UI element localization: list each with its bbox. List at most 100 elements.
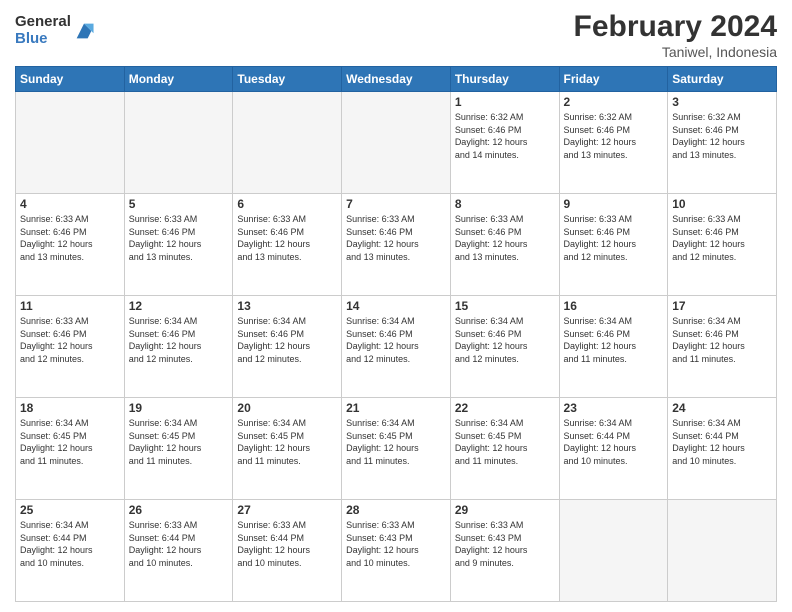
calendar-day-header: Saturday — [668, 67, 777, 92]
day-info: Sunrise: 6:33 AM Sunset: 6:46 PM Dayligh… — [564, 213, 664, 263]
calendar-cell — [233, 92, 342, 194]
calendar-header-row: SundayMondayTuesdayWednesdayThursdayFrid… — [16, 67, 777, 92]
logo-icon — [73, 20, 95, 42]
calendar-cell — [124, 92, 233, 194]
logo-line2: Blue — [15, 31, 71, 48]
calendar-cell: 17Sunrise: 6:34 AM Sunset: 6:46 PM Dayli… — [668, 296, 777, 398]
day-number: 29 — [455, 503, 555, 517]
day-number: 5 — [129, 197, 229, 211]
calendar-day-header: Thursday — [450, 67, 559, 92]
calendar-cell: 13 Sunrise: 6:34 AM Sunset: 6:46 PM Dayli… — [233, 296, 342, 398]
calendar-cell: 20Sunrise: 6:34 AM Sunset: 6:45 PM Dayli… — [233, 398, 342, 500]
day-info: Sunrise: 6:32 AM Sunset: 6:46 PM Dayligh… — [455, 111, 555, 161]
title-block: February 2024 Taniwel, Indonesia — [574, 10, 777, 60]
calendar-cell: 1 Sunrise: 6:32 AM Sunset: 6:46 PM Daylig… — [450, 92, 559, 194]
day-number: 23 — [564, 401, 664, 415]
day-info: Sunrise: 6:34 AM Sunset: 6:46 PM Dayligh… — [346, 315, 446, 365]
day-number: 14 — [346, 299, 446, 313]
day-info: Sunrise: 6:33 AM Sunset: 6:43 PM Dayligh… — [346, 519, 446, 569]
day-info: Sunrise: 6:33 AM Sunset: 6:44 PM Dayligh… — [237, 519, 337, 569]
day-info: Sunrise: 6:33 AM Sunset: 6:46 PM Dayligh… — [237, 213, 337, 263]
calendar-day-header: Sunday — [16, 67, 125, 92]
day-info: Sunrise: 6:34 AM Sunset: 6:45 PM Dayligh… — [346, 417, 446, 467]
calendar-cell: 25 Sunrise: 6:34 AM Sunset: 6:44 PM Dayli… — [16, 500, 125, 602]
calendar-cell: 9 Sunrise: 6:33 AM Sunset: 6:46 PM Daylig… — [559, 194, 668, 296]
day-info: Sunrise: 6:34 AM Sunset: 6:44 PM Dayligh… — [564, 417, 664, 467]
day-number: 4 — [20, 197, 120, 211]
calendar-cell: 7Sunrise: 6:33 AM Sunset: 6:46 PM Daylig… — [342, 194, 451, 296]
calendar-cell: 22 Sunrise: 6:34 AM Sunset: 6:45 PM Dayli… — [450, 398, 559, 500]
calendar-day-header: Wednesday — [342, 67, 451, 92]
day-number: 26 — [129, 503, 229, 517]
day-number: 22 — [455, 401, 555, 415]
calendar-cell: 16 Sunrise: 6:34 AM Sunset: 6:46 PM Dayli… — [559, 296, 668, 398]
calendar-cell: 12Sunrise: 6:34 AM Sunset: 6:46 PM Dayli… — [124, 296, 233, 398]
day-info: Sunrise: 6:33 AM Sunset: 6:46 PM Dayligh… — [455, 213, 555, 263]
subtitle: Taniwel, Indonesia — [574, 44, 777, 60]
calendar-cell: 4 Sunrise: 6:33 AM Sunset: 6:46 PM Daylig… — [16, 194, 125, 296]
calendar-cell: 27 Sunrise: 6:33 AM Sunset: 6:44 PM Dayli… — [233, 500, 342, 602]
calendar-cell — [342, 92, 451, 194]
logo-line1: General — [15, 14, 71, 31]
calendar-day-header: Friday — [559, 67, 668, 92]
day-number: 25 — [20, 503, 120, 517]
day-number: 27 — [237, 503, 337, 517]
day-number: 2 — [564, 95, 664, 109]
calendar-table: SundayMondayTuesdayWednesdayThursdayFrid… — [15, 66, 777, 602]
day-info: Sunrise: 6:34 AM Sunset: 6:45 PM Dayligh… — [455, 417, 555, 467]
header: General Blue February 2024 Taniwel, Indo… — [15, 10, 777, 60]
day-info: Sunrise: 6:33 AM Sunset: 6:44 PM Dayligh… — [129, 519, 229, 569]
calendar-cell — [559, 500, 668, 602]
day-info: Sunrise: 6:34 AM Sunset: 6:46 PM Dayligh… — [564, 315, 664, 365]
day-info: Sunrise: 6:33 AM Sunset: 6:46 PM Dayligh… — [20, 315, 120, 365]
day-info: Sunrise: 6:34 AM Sunset: 6:46 PM Dayligh… — [129, 315, 229, 365]
day-number: 19 — [129, 401, 229, 415]
calendar-cell: 23 Sunrise: 6:34 AM Sunset: 6:44 PM Dayli… — [559, 398, 668, 500]
calendar-cell: 21 Sunrise: 6:34 AM Sunset: 6:45 PM Dayli… — [342, 398, 451, 500]
calendar-week-row: 25 Sunrise: 6:34 AM Sunset: 6:44 PM Dayli… — [16, 500, 777, 602]
day-info: Sunrise: 6:33 AM Sunset: 6:46 PM Dayligh… — [672, 213, 772, 263]
day-number: 8 — [455, 197, 555, 211]
calendar-cell: 19 Sunrise: 6:34 AM Sunset: 6:45 PM Dayli… — [124, 398, 233, 500]
calendar-cell: 10 Sunrise: 6:33 AM Sunset: 6:46 PM Dayli… — [668, 194, 777, 296]
day-number: 21 — [346, 401, 446, 415]
day-number: 20 — [237, 401, 337, 415]
calendar-day-header: Tuesday — [233, 67, 342, 92]
calendar-cell — [16, 92, 125, 194]
calendar-cell: 24 Sunrise: 6:34 AM Sunset: 6:44 PM Dayli… — [668, 398, 777, 500]
day-info: Sunrise: 6:34 AM Sunset: 6:44 PM Dayligh… — [672, 417, 772, 467]
day-number: 16 — [564, 299, 664, 313]
calendar-cell: 11 Sunrise: 6:33 AM Sunset: 6:46 PM Dayli… — [16, 296, 125, 398]
day-info: Sunrise: 6:33 AM Sunset: 6:46 PM Dayligh… — [20, 213, 120, 263]
day-info: Sunrise: 6:33 AM Sunset: 6:43 PM Dayligh… — [455, 519, 555, 569]
day-number: 10 — [672, 197, 772, 211]
calendar-week-row: 1 Sunrise: 6:32 AM Sunset: 6:46 PM Daylig… — [16, 92, 777, 194]
day-number: 11 — [20, 299, 120, 313]
day-info: Sunrise: 6:34 AM Sunset: 6:46 PM Dayligh… — [455, 315, 555, 365]
calendar-week-row: 4 Sunrise: 6:33 AM Sunset: 6:46 PM Daylig… — [16, 194, 777, 296]
day-info: Sunrise: 6:34 AM Sunset: 6:46 PM Dayligh… — [237, 315, 337, 365]
calendar-cell: 26 Sunrise: 6:33 AM Sunset: 6:44 PM Dayli… — [124, 500, 233, 602]
calendar-cell: 14 Sunrise: 6:34 AM Sunset: 6:46 PM Dayli… — [342, 296, 451, 398]
page: General Blue February 2024 Taniwel, Indo… — [0, 0, 792, 612]
day-number: 13 — [237, 299, 337, 313]
calendar-cell: 15Sunrise: 6:34 AM Sunset: 6:46 PM Dayli… — [450, 296, 559, 398]
calendar-cell: 29 Sunrise: 6:33 AM Sunset: 6:43 PM Dayli… — [450, 500, 559, 602]
calendar-cell: 2Sunrise: 6:32 AM Sunset: 6:46 PM Daylig… — [559, 92, 668, 194]
day-info: Sunrise: 6:33 AM Sunset: 6:46 PM Dayligh… — [129, 213, 229, 263]
day-number: 1 — [455, 95, 555, 109]
calendar-cell: 8 Sunrise: 6:33 AM Sunset: 6:46 PM Daylig… — [450, 194, 559, 296]
logo: General Blue — [15, 14, 95, 47]
day-number: 9 — [564, 197, 664, 211]
logo-text: General Blue — [15, 14, 71, 47]
day-number: 24 — [672, 401, 772, 415]
calendar-cell: 6 Sunrise: 6:33 AM Sunset: 6:46 PM Daylig… — [233, 194, 342, 296]
day-info: Sunrise: 6:34 AM Sunset: 6:45 PM Dayligh… — [129, 417, 229, 467]
day-info: Sunrise: 6:34 AM Sunset: 6:45 PM Dayligh… — [20, 417, 120, 467]
calendar-cell: 3Sunrise: 6:32 AM Sunset: 6:46 PM Daylig… — [668, 92, 777, 194]
day-number: 6 — [237, 197, 337, 211]
day-number: 17 — [672, 299, 772, 313]
calendar-cell: 5 Sunrise: 6:33 AM Sunset: 6:46 PM Daylig… — [124, 194, 233, 296]
calendar-cell — [668, 500, 777, 602]
day-info: Sunrise: 6:34 AM Sunset: 6:44 PM Dayligh… — [20, 519, 120, 569]
